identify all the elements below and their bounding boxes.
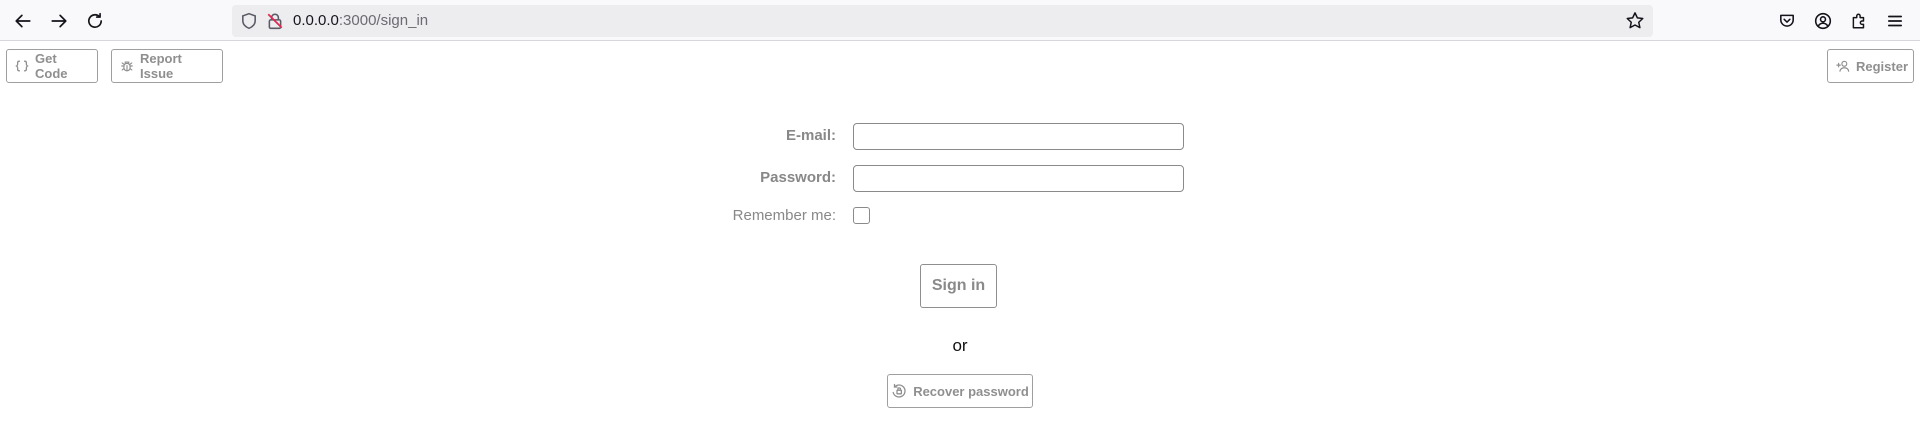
browser-toolbar: 0.0.0.0:3000/sign_in <box>0 0 1920 41</box>
account-button[interactable] <box>1809 7 1837 35</box>
url-text[interactable]: 0.0.0.0:3000/sign_in <box>293 5 428 37</box>
puzzle-icon <box>1852 13 1865 29</box>
remember-me-checkbox[interactable] <box>853 207 870 224</box>
email-field[interactable] <box>853 123 1184 150</box>
pocket-button[interactable] <box>1773 7 1801 35</box>
back-button[interactable] <box>9 7 37 35</box>
or-separator: or <box>952 336 968 355</box>
reload-button[interactable] <box>81 7 109 35</box>
extensions-button[interactable] <box>1845 7 1873 35</box>
account-icon <box>1814 12 1832 30</box>
report-issue-button[interactable]: Report Issue <box>111 49 223 83</box>
menu-button[interactable] <box>1881 7 1909 35</box>
register-button[interactable]: Register <box>1827 49 1914 83</box>
shield-icon[interactable] <box>240 12 258 30</box>
code-braces-icon <box>15 59 29 73</box>
password-label: Password: <box>760 169 836 186</box>
add-user-icon <box>1836 59 1850 73</box>
lock-reset-icon <box>891 383 907 399</box>
register-label: Register <box>1856 58 1909 74</box>
insecure-lock-icon[interactable] <box>266 12 284 30</box>
arrow-left-icon <box>15 14 31 28</box>
recover-password-label: Recover password <box>913 383 1029 399</box>
url-bar[interactable]: 0.0.0.0:3000/sign_in <box>232 5 1653 37</box>
report-issue-label: Report Issue <box>140 51 182 81</box>
url-path: :3000/sign_in <box>338 12 429 29</box>
recover-password-button[interactable]: Recover password <box>887 374 1033 408</box>
email-label: E-mail: <box>785 127 836 144</box>
bookmark-star-icon[interactable] <box>1625 11 1645 31</box>
arrow-right-icon <box>51 14 67 28</box>
pocket-icon <box>1780 14 1794 27</box>
get-code-button[interactable]: Get Code <box>6 49 98 83</box>
password-field[interactable] <box>853 165 1184 192</box>
forward-button[interactable] <box>45 7 73 35</box>
remember-me-label: Remember me: <box>732 207 836 224</box>
hamburger-menu-icon <box>1887 15 1903 27</box>
reload-icon <box>87 12 103 28</box>
get-code-label: Get Code <box>35 51 68 81</box>
url-host: 0.0.0.0 <box>293 12 339 29</box>
sign-in-button[interactable]: Sign in <box>920 264 997 308</box>
bug-icon <box>120 59 134 73</box>
